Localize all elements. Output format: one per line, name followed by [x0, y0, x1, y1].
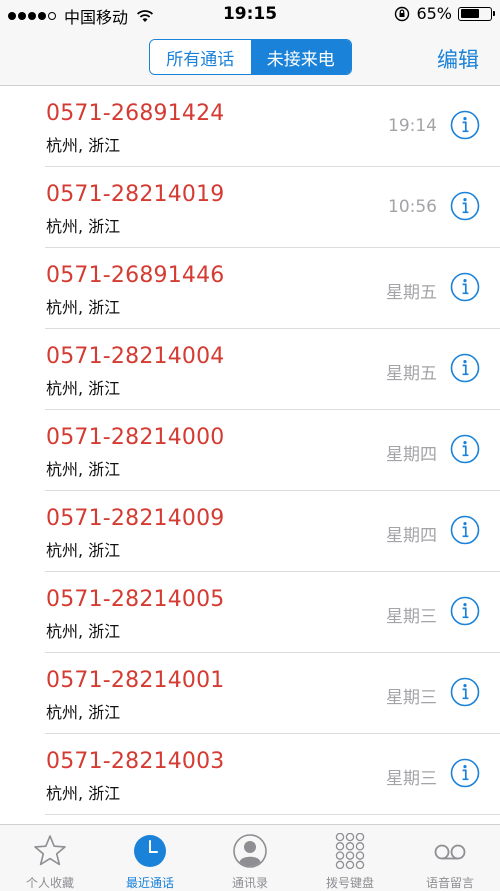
phone-screen: 中国移动 19:15 65% 所有通话 未接来电 编辑 0571-2689142… — [0, 0, 500, 891]
star-icon — [34, 835, 66, 866]
tab-label: 通讯录 — [231, 876, 268, 890]
caller-location: 杭州, 浙江 — [46, 298, 121, 317]
info-icon[interactable] — [450, 758, 480, 788]
voicemail-icon — [434, 844, 466, 860]
info-icon[interactable] — [450, 110, 480, 140]
tab-label: 个人收藏 — [25, 876, 74, 890]
recent-calls-list: 0571-26891424 杭州, 浙江 19:14 0571-28214019 杭州,… — [0, 86, 500, 815]
segment-all-calls[interactable]: 所有通话 — [150, 40, 251, 74]
call-time: 星期五 — [386, 283, 437, 303]
info-icon[interactable] — [450, 434, 480, 464]
info-icon[interactable] — [450, 677, 480, 707]
info-icon[interactable] — [450, 272, 480, 302]
call-time: 星期三 — [386, 688, 437, 708]
caller-number: 0571-28214009 — [46, 506, 225, 531]
tab-label: 语音留言 — [425, 876, 474, 890]
call-row[interactable]: 0571-28214004 杭州, 浙江 星期五 — [0, 329, 500, 410]
tab-voicemail[interactable]: 语音留言 — [400, 825, 500, 891]
caller-location: 杭州, 浙江 — [46, 622, 121, 641]
call-row[interactable]: 0571-28214005 杭州, 浙江 星期三 — [0, 572, 500, 653]
call-time: 星期三 — [386, 607, 437, 627]
call-row[interactable]: 0571-28214000 杭州, 浙江 星期四 — [0, 410, 500, 491]
battery-icon — [458, 6, 495, 21]
tab-keypad[interactable]: 拨号键盘 — [300, 825, 400, 891]
rotation-lock-icon — [395, 6, 410, 21]
call-time: 10:56 — [388, 197, 437, 217]
status-bar: 中国移动 19:15 65% — [0, 0, 500, 30]
info-icon[interactable] — [450, 353, 480, 383]
tab-contacts[interactable]: 通讯录 — [200, 825, 300, 891]
clock-icon — [134, 835, 166, 867]
call-row[interactable]: 0571-28214009 杭州, 浙江 星期四 — [0, 491, 500, 572]
caller-number: 0571-28214019 — [46, 182, 225, 207]
call-row[interactable]: 0571-28214001 杭州, 浙江 星期三 — [0, 653, 500, 734]
caller-number: 0571-26891446 — [46, 263, 225, 288]
caller-location: 杭州, 浙江 — [46, 217, 121, 236]
keypad-icon — [335, 833, 365, 869]
call-time: 星期四 — [386, 526, 437, 546]
caller-number: 0571-28214004 — [46, 344, 225, 369]
tab-favorites[interactable]: 个人收藏 — [0, 825, 100, 891]
status-right: 65% — [394, 4, 495, 23]
caller-number: 0571-26891424 — [46, 101, 225, 126]
segment-missed-calls[interactable]: 未接来电 — [250, 40, 351, 74]
edit-button[interactable]: 编辑 — [437, 44, 479, 74]
tab-recents[interactable]: 最近通话 — [100, 825, 200, 891]
caller-location: 杭州, 浙江 — [46, 784, 121, 803]
navigation-bar: 所有通话 未接来电 编辑 — [0, 30, 500, 86]
info-icon[interactable] — [450, 596, 480, 626]
call-time: 星期三 — [386, 769, 437, 789]
caller-number: 0571-28214003 — [46, 749, 225, 774]
battery-level — [460, 9, 480, 18]
caller-location: 杭州, 浙江 — [46, 460, 121, 479]
caller-location: 杭州, 浙江 — [46, 136, 121, 155]
caller-location: 杭州, 浙江 — [46, 703, 121, 722]
call-filter-segmented-control: 所有通话 未接来电 — [149, 39, 352, 75]
call-time: 星期五 — [386, 364, 437, 384]
info-icon[interactable] — [450, 515, 480, 545]
call-row[interactable]: 0571-26891424 杭州, 浙江 19:14 — [0, 86, 500, 167]
caller-location: 杭州, 浙江 — [46, 379, 121, 398]
caller-number: 0571-28214001 — [46, 668, 225, 693]
caller-location: 杭州, 浙江 — [46, 541, 121, 560]
contacts-icon — [233, 834, 267, 868]
tab-label: 最近通话 — [125, 876, 174, 890]
caller-number: 0571-28214005 — [46, 587, 225, 612]
call-time: 星期四 — [386, 445, 437, 465]
tab-label: 拨号键盘 — [325, 876, 374, 890]
call-row[interactable]: 0571-26891446 杭州, 浙江 星期五 — [0, 248, 500, 329]
caller-number: 0571-28214000 — [46, 425, 225, 450]
call-time: 19:14 — [388, 116, 437, 136]
call-row[interactable]: 0571-28214003 杭州, 浙江 星期三 — [0, 734, 500, 815]
tab-bar: 个人收藏 最近通话 通讯录 拨号键盘 语音留言 — [0, 824, 500, 891]
battery-percent: 65% — [416, 4, 452, 23]
call-row[interactable]: 0571-28214019 杭州, 浙江 10:56 — [0, 167, 500, 248]
info-icon[interactable] — [450, 191, 480, 221]
